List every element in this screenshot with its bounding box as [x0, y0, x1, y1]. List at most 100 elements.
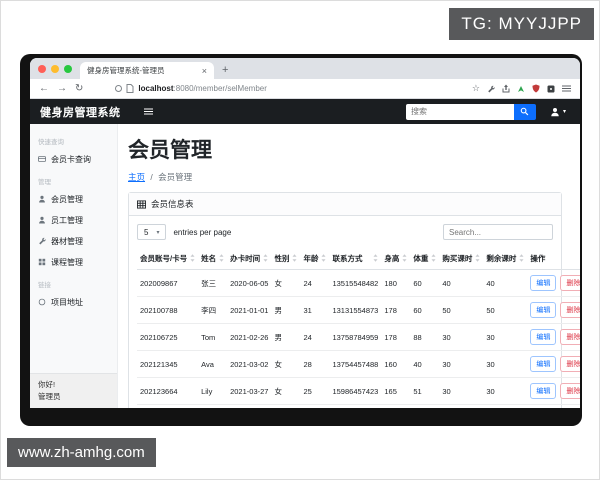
column-header-label: 购买课时 — [442, 254, 473, 263]
edit-button[interactable]: 编辑 — [530, 329, 557, 345]
column-header-10[interactable]: 操作 — [527, 248, 580, 270]
column-header-6[interactable]: 身高 — [381, 248, 411, 270]
delete-button[interactable]: 删除 — [560, 275, 580, 291]
delete-button[interactable]: 删除 — [560, 383, 580, 399]
extensions-icon[interactable] — [547, 85, 555, 93]
new-tab-button[interactable]: + — [222, 64, 228, 76]
sort-icon[interactable] — [321, 253, 326, 264]
column-header-2[interactable]: 办卡时间 — [227, 248, 272, 270]
sidebar-item-会员卡查询[interactable]: 会员卡查询 — [30, 149, 117, 170]
reload-icon[interactable]: ↻ — [75, 83, 83, 94]
column-header-9[interactable]: 剩余课时 — [483, 248, 528, 270]
browser-tab[interactable]: 健身房管理系统-管理员 × — [80, 62, 214, 79]
column-header-4[interactable]: 年龄 — [300, 248, 330, 270]
sort-icon[interactable] — [402, 253, 407, 264]
member-table-card: 会员信息表 5 ▾ entries per page Search... 会员账… — [128, 192, 580, 408]
sort-icon[interactable] — [475, 253, 480, 264]
sort-icon[interactable] — [219, 253, 224, 264]
column-header-label: 身高 — [384, 254, 400, 263]
column-header-5[interactable]: 联系方式 — [329, 248, 382, 270]
column-header-inner: 姓名 — [201, 253, 224, 264]
browser-url-bar: ← → ↻ localhost:8080/member/selMember ☆ — [30, 79, 580, 99]
member-cell: 13754457488 — [329, 350, 382, 378]
devtools-wrench-icon[interactable] — [487, 85, 495, 93]
window-shadow-frame: 健身房管理系统-管理员 × + ← → ↻ localhost:8080/mem… — [20, 54, 582, 426]
share-icon[interactable] — [502, 84, 510, 93]
column-header-inner: 身高 — [384, 253, 407, 264]
equipment-icon — [38, 237, 46, 247]
sidebar-item-员工管理[interactable]: 员工管理 — [30, 210, 117, 231]
tab-title: 健身房管理系统-管理员 — [87, 66, 165, 75]
member-row: 202121345 Ava 2021-03-02 女 28 13754457488 160 4… — [137, 350, 580, 378]
app-brand: 健身房管理系统 — [40, 106, 121, 119]
address-field[interactable]: localhost:8080/member/selMember — [115, 84, 464, 93]
member-cell: 30 — [483, 323, 528, 351]
breadcrumb-home-link[interactable]: 主页 — [128, 172, 145, 182]
edit-button[interactable]: 编辑 — [530, 275, 557, 291]
member-cell: 50 — [483, 296, 528, 324]
sort-icon[interactable] — [263, 253, 268, 264]
tab-close-icon[interactable]: × — [202, 66, 207, 76]
actions-cell: 编辑 删除 — [527, 296, 580, 324]
entries-per-page-select[interactable]: 5 ▾ — [137, 224, 167, 240]
card-header: 会员信息表 — [129, 193, 561, 216]
watermark-badge: www.zh-amhg.com — [7, 438, 156, 467]
shield-extension-icon[interactable] — [532, 84, 540, 93]
sidebar-item-会员管理[interactable]: 会员管理 — [30, 189, 117, 210]
column-header-8[interactable]: 购买课时 — [439, 248, 484, 270]
column-header-label: 办卡时间 — [230, 254, 261, 263]
card-body: 5 ▾ entries per page 会员账号/卡号 姓名 办卡时间 性别 年龄 联系… — [129, 216, 580, 408]
column-header-3[interactable]: 性别 — [271, 248, 301, 270]
sort-icon[interactable] — [292, 253, 297, 264]
edit-button[interactable]: 编辑 — [530, 383, 557, 399]
user-menu[interactable]: ▾ — [550, 107, 566, 117]
sort-icon[interactable] — [519, 253, 524, 264]
column-header-inner: 剩余课时 — [486, 253, 524, 264]
sort-icon[interactable] — [190, 253, 195, 264]
window-controls — [38, 65, 72, 73]
delete-button[interactable]: 删除 — [560, 356, 580, 372]
per-page-label: entries per page — [173, 227, 232, 237]
delete-button[interactable]: 删除 — [560, 329, 580, 345]
column-header-inner: 办卡时间 — [230, 253, 268, 264]
column-header-inner: 购买课时 — [442, 253, 480, 264]
table-icon — [137, 199, 146, 209]
forward-icon[interactable]: → — [57, 83, 67, 94]
sidebar-item-器材管理[interactable]: 器材管理 — [30, 231, 117, 252]
sidebar-toggle-icon[interactable] — [144, 108, 153, 115]
sidebar-sections: 快速查询 会员卡查询 管理 会员管理 员工管理 器材管理 课程管理 链接 项目地址 — [30, 130, 117, 313]
page-title: 会员管理 — [128, 139, 212, 162]
bookmark-star-icon[interactable]: ☆ — [472, 83, 480, 94]
member-cell: 202100788 — [137, 296, 199, 324]
staff-icon — [38, 216, 46, 226]
site-info-icon[interactable] — [115, 85, 123, 92]
minimize-window-button[interactable] — [51, 65, 59, 73]
actions-cell: 编辑 删除 — [527, 323, 580, 351]
member-cell: 178 — [381, 296, 411, 324]
url-host: localhost — [138, 84, 174, 93]
column-header-0[interactable]: 会员账号/卡号 — [137, 248, 199, 270]
back-icon[interactable]: ← — [39, 83, 49, 94]
sort-icon[interactable] — [431, 253, 436, 264]
close-window-button[interactable] — [38, 65, 46, 73]
delete-button[interactable]: 删除 — [560, 302, 580, 318]
column-header-7[interactable]: 体重 — [410, 248, 440, 270]
edit-button[interactable]: 编辑 — [530, 356, 557, 372]
member-row: 202106725 Tom 2021-02-26 男 24 13758784959 178 8… — [137, 323, 580, 351]
sort-icon[interactable] — [373, 253, 378, 264]
sidebar-item-课程管理[interactable]: 课程管理 — [30, 252, 117, 273]
navbar-search-button[interactable] — [513, 103, 536, 120]
column-header-1[interactable]: 姓名 — [198, 248, 228, 270]
navbar-search-input[interactable] — [405, 103, 514, 120]
per-page-value: 5 — [144, 227, 149, 237]
sidebar: 快速查询 会员卡查询 管理 会员管理 员工管理 器材管理 课程管理 链接 项目地址 你好! 管理… — [30, 124, 118, 408]
edit-button[interactable]: 编辑 — [530, 302, 557, 318]
browser-menu-icon[interactable] — [562, 85, 571, 92]
sidebar-item-项目地址[interactable]: 项目地址 — [30, 292, 117, 313]
extension-icon-green[interactable] — [517, 85, 525, 93]
member-cell: 李四 — [198, 296, 228, 324]
table-search-input[interactable] — [443, 224, 553, 240]
member-icon — [38, 195, 46, 205]
member-cell: 13758784959 — [329, 323, 382, 351]
zoom-window-button[interactable] — [64, 65, 72, 73]
